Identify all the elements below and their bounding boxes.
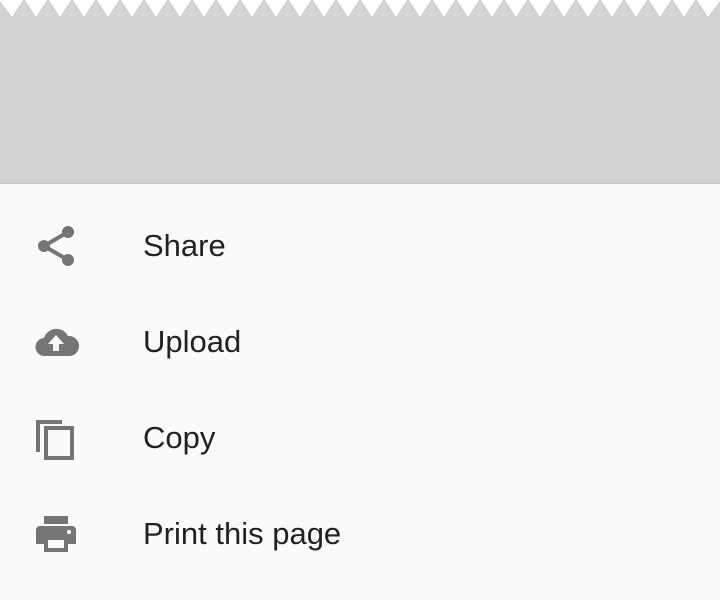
copy-menu-item[interactable]: Copy [0, 390, 720, 486]
print-menu-item[interactable]: Print this page [0, 486, 720, 582]
torn-edge [0, 0, 720, 19]
upload-menu-item[interactable]: Upload [0, 294, 720, 390]
upload-label: Upload [143, 324, 242, 359]
print-label: Print this page [143, 516, 342, 551]
share-icon [32, 222, 80, 270]
bottom-sheet: Share Upload Copy Print this page [0, 183, 720, 600]
copy-icon [32, 414, 80, 462]
scrim-overlay[interactable] [0, 0, 720, 183]
print-icon [32, 510, 80, 558]
cloud-upload-icon [32, 318, 80, 366]
share-label: Share [143, 228, 226, 263]
copy-label: Copy [143, 420, 216, 455]
screen: Share Upload Copy Print this page [0, 0, 720, 600]
share-menu-item[interactable]: Share [0, 198, 720, 294]
